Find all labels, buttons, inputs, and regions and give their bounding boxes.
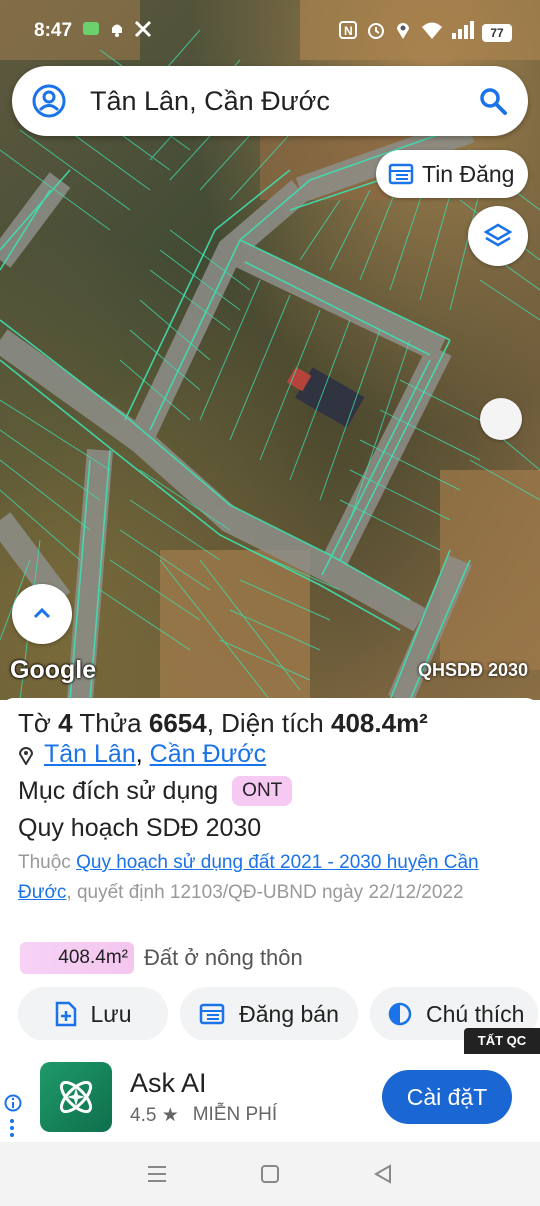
desc-prefix: Thuộc xyxy=(18,852,71,873)
status-bar: 8:47 N 77 xyxy=(0,0,540,60)
svg-text:N: N xyxy=(344,24,353,38)
listing-icon xyxy=(388,163,414,185)
ad-app-meta: 4.5 ★ MIỄN PHÍ xyxy=(130,1104,277,1127)
wifi-icon xyxy=(420,20,444,46)
install-button[interactable]: Cài đặT xyxy=(382,1070,512,1124)
layers-button[interactable] xyxy=(468,206,528,266)
search-query-text[interactable]: Tân Lân, Cần Đước xyxy=(90,86,478,117)
land-type-row: 408.4m² Đất ở nông thôn xyxy=(20,942,303,974)
search-bar[interactable]: Tân Lân, Cần Đước xyxy=(12,66,528,136)
tin-dang-label: Tin Đăng xyxy=(422,160,515,187)
area-label-text: , Diện tích xyxy=(206,708,324,738)
layers-icon xyxy=(483,223,513,247)
alarm-icon xyxy=(366,20,386,46)
map-view[interactable]: 8:47 N 77 Tân Lân, Cần Đước Tin Đăng Goo… xyxy=(0,0,540,700)
desc-suffix: , quyết định 12103/QĐ-UBND ngày 22/12/20… xyxy=(66,882,464,903)
scroll-handle[interactable] xyxy=(480,398,522,440)
ad-price: MIỄN PHÍ xyxy=(192,1104,278,1125)
add-file-icon xyxy=(55,1001,76,1027)
land-type-label: Đất ở nông thôn xyxy=(144,945,303,970)
account-icon[interactable] xyxy=(32,84,66,118)
battery-indicator: 77 xyxy=(482,24,512,42)
location-row: Tân Lân, Cần Đước xyxy=(18,740,266,769)
save-label: Lưu xyxy=(90,1000,132,1027)
home-icon[interactable] xyxy=(259,1163,281,1185)
app-logo xyxy=(40,1062,112,1132)
chat-notification-icon xyxy=(82,20,100,38)
legend-label: Chú thích xyxy=(426,1000,525,1027)
google-logo: Google xyxy=(10,656,97,684)
plan-description: Thuộc Quy hoạch sử dụng đất 2021 - 2030 … xyxy=(18,848,518,908)
location-pin-icon xyxy=(18,746,34,765)
listing-icon xyxy=(199,1003,225,1025)
map-layer-label: QHSDĐ 2030 xyxy=(417,660,528,680)
thua-value: 6654 xyxy=(148,708,207,738)
chevron-up-icon xyxy=(33,607,51,619)
district-link[interactable]: Cần Đước xyxy=(150,740,267,768)
bell-icon xyxy=(108,20,126,38)
back-icon[interactable] xyxy=(372,1163,394,1185)
action-buttons: Lưu Đăng bán Chú thích xyxy=(18,987,538,1041)
to-label: Tờ xyxy=(18,708,51,738)
post-sale-label: Đăng bán xyxy=(239,1000,339,1027)
save-button[interactable]: Lưu xyxy=(18,987,168,1041)
ai-app-icon xyxy=(59,1080,93,1114)
ad-rating: 4.5 ★ xyxy=(130,1105,179,1126)
area-value: 408.4m² xyxy=(331,708,428,738)
expand-up-button[interactable] xyxy=(12,584,72,644)
location-icon xyxy=(394,20,412,46)
status-time: 8:47 xyxy=(34,20,73,41)
to-value: 4 xyxy=(58,708,73,738)
ad-app-title: Ask AI xyxy=(130,1068,207,1098)
location-separator: , xyxy=(135,740,143,768)
plan-title: Quy hoạch SDĐ 2030 xyxy=(18,814,262,842)
info-icon[interactable] xyxy=(4,1094,22,1112)
contrast-icon xyxy=(388,1002,412,1026)
area-chip: 408.4m² xyxy=(20,942,134,974)
thua-label: Thửa xyxy=(79,708,142,738)
ad-banner[interactable]: TẤT QC Ask AI 4.5 ★ MIỄN PHÍ Cài đặT xyxy=(0,1028,540,1142)
screen-capture-icon xyxy=(134,20,152,38)
search-icon[interactable] xyxy=(478,86,508,116)
parcel-title: Tờ 4 Thửa 6654, Diện tích 408.4m² xyxy=(18,708,428,739)
recent-apps-icon[interactable] xyxy=(146,1164,168,1184)
more-options-icon[interactable] xyxy=(8,1118,16,1138)
nfc-icon: N xyxy=(338,20,358,46)
purpose-label: Mục đích sử dụng xyxy=(18,776,219,805)
post-sale-button[interactable]: Đăng bán xyxy=(180,987,358,1041)
signal-icon xyxy=(452,20,474,46)
purpose-badge: ONT xyxy=(232,776,293,806)
tin-dang-button[interactable]: Tin Đăng xyxy=(376,150,528,198)
commune-link[interactable]: Tân Lân xyxy=(44,740,136,768)
close-ad-tag[interactable]: TẤT QC xyxy=(464,1028,540,1054)
purpose-row: Mục đích sử dụng ONT xyxy=(18,776,293,806)
system-nav-bar xyxy=(0,1142,540,1206)
parcel-info-sheet: Tờ 4 Thửa 6654, Diện tích 408.4m² Tân Lâ… xyxy=(0,698,540,1058)
